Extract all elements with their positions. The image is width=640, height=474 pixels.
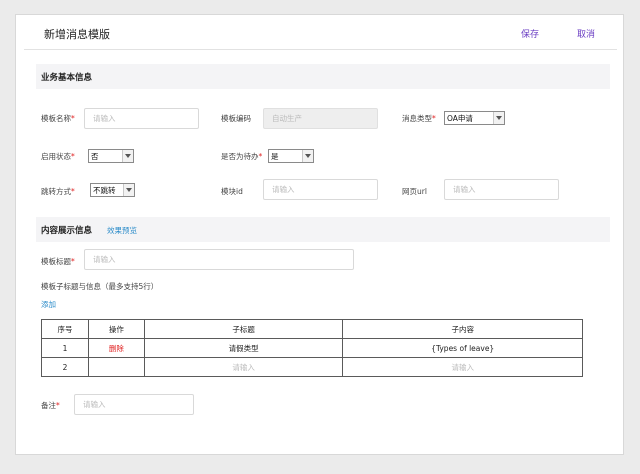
chevron-down-icon: [493, 112, 504, 124]
chevron-down-icon: [122, 150, 133, 162]
section-basic-title: 业务基本信息: [41, 73, 93, 83]
add-row-link[interactable]: 添加: [41, 299, 56, 310]
column-header-subtitle: 子标题: [143, 319, 344, 339]
chevron-down-icon: [302, 150, 313, 162]
page-title: 新增消息模版: [44, 28, 110, 41]
template-title-input[interactable]: 请输入: [84, 249, 354, 270]
subtitle-heading: 模板子标题与信息（最多支持5行）: [41, 282, 159, 291]
template-title-label: 模板标题*: [41, 257, 75, 266]
jump-mode-label: 跳转方式*: [41, 187, 75, 196]
action-cell: [87, 357, 145, 377]
remark-input[interactable]: 请输入: [74, 394, 194, 415]
delete-row-button[interactable]: 删除: [87, 338, 145, 358]
table-row: 1 删除 请假类型 {Types of leave}: [41, 338, 583, 358]
table-header-row: 序号 操作 子标题 子内容: [41, 319, 583, 339]
content-input-cell[interactable]: 请输入: [342, 357, 583, 377]
table-row: 2 请输入 请输入: [41, 357, 583, 377]
content-cell[interactable]: {Types of leave}: [342, 338, 583, 358]
is-todo-label: 是否为待办*: [221, 152, 263, 161]
is-todo-select[interactable]: 是: [268, 149, 314, 163]
subtitle-table: 序号 操作 子标题 子内容 1 删除 请假类型 {Types of leave}…: [41, 319, 583, 377]
row-index: 1: [41, 338, 89, 358]
message-type-label: 消息类型*: [402, 114, 436, 123]
subtitle-input-cell[interactable]: 请输入: [143, 357, 344, 377]
enabled-select[interactable]: 否: [88, 149, 134, 163]
header-divider: [24, 49, 617, 50]
template-name-input[interactable]: 请输入: [84, 108, 199, 129]
section-content-title: 内容展示信息: [41, 226, 93, 236]
subtitle-cell[interactable]: 请假类型: [143, 338, 344, 358]
message-type-select[interactable]: OA申请: [444, 111, 505, 125]
form-panel: 新增消息模版 保存 取消 业务基本信息 模板名称* 请输入 模板编码 自动生产 …: [15, 14, 624, 455]
web-url-input[interactable]: 请输入: [444, 179, 559, 200]
module-id-input[interactable]: 请输入: [263, 179, 378, 200]
template-code-input: 自动生产: [263, 108, 378, 129]
column-header-action: 操作: [87, 319, 145, 339]
column-header-index: 序号: [41, 319, 89, 339]
row-index: 2: [41, 357, 89, 377]
section-basic-info: 业务基本信息: [36, 64, 610, 89]
enabled-label: 启用状态*: [41, 152, 75, 161]
cancel-button[interactable]: 取消: [577, 27, 595, 40]
module-id-label: 模块id: [221, 187, 243, 196]
template-code-label: 模板编码: [221, 114, 251, 123]
save-button[interactable]: 保存: [521, 27, 539, 40]
web-url-label: 网页url: [402, 187, 427, 196]
column-header-content: 子内容: [342, 319, 583, 339]
template-name-label: 模板名称*: [41, 114, 75, 123]
chevron-down-icon: [123, 184, 134, 196]
jump-mode-select[interactable]: 不跳转: [90, 183, 135, 197]
preview-link[interactable]: 效果预览: [107, 225, 137, 236]
section-content-info: 内容展示信息 效果预览: [36, 217, 610, 242]
remark-label: 备注*: [41, 401, 60, 410]
